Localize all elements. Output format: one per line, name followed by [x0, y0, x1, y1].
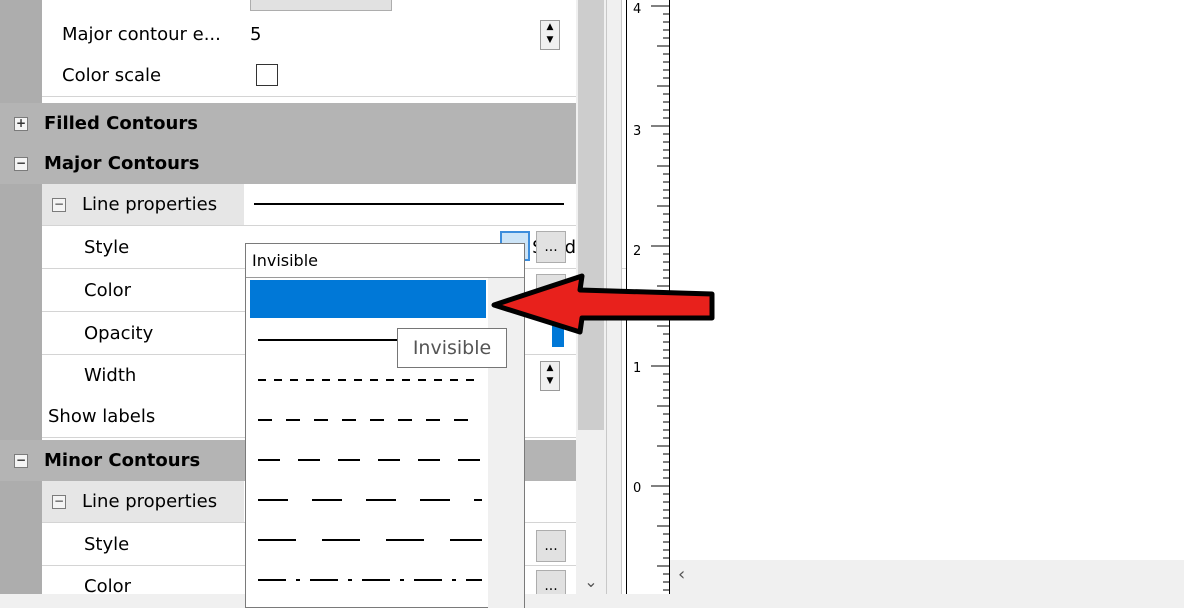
collapse-minus-icon[interactable]: − [14, 157, 28, 171]
style-ellipsis-button[interactable]: ... [536, 231, 566, 263]
minor-style-ellipsis-button[interactable]: ... [536, 530, 566, 562]
major-contour-every-spinner[interactable]: ▲ ▼ [540, 20, 560, 50]
chevron-left-icon[interactable]: ‹ [678, 564, 698, 588]
grid-row-partial [0, 0, 576, 15]
collapse-minus-icon[interactable]: − [52, 495, 66, 509]
category-label: Minor Contours [44, 450, 201, 471]
row-label: Show labels [48, 406, 156, 427]
row-label: Style [84, 534, 130, 555]
scrollbar-thumb[interactable] [578, 0, 604, 430]
category-filled-contours[interactable]: + Filled Contours [0, 103, 620, 144]
row-label: Style [84, 237, 130, 258]
expand-plus-icon[interactable]: + [14, 117, 28, 131]
status-strip [0, 594, 1184, 608]
line-style-option-invisible[interactable] [250, 280, 486, 318]
width-spinner[interactable]: ▲ ▼ [540, 361, 560, 391]
line-preview [254, 203, 564, 205]
category-major-contours[interactable]: − Major Contours [0, 143, 620, 184]
spinner-down-icon[interactable]: ▼ [541, 34, 559, 47]
ruler-label: 4 [633, 2, 642, 17]
ruler-label: 0 [633, 481, 642, 496]
canvas-horizontal-scrollbar[interactable]: ‹ [670, 560, 1184, 594]
red-arrow-annotation [491, 273, 715, 335]
grid-row-major-contour-every[interactable]: Major contour e... 5 ▲ ▼ [0, 14, 582, 56]
row-label: Color [84, 280, 131, 301]
category-label: Filled Contours [44, 113, 198, 134]
ruler-label: 1 [633, 361, 642, 376]
ruler-label: 2 [633, 244, 642, 259]
grid-row-color-scale[interactable]: Color scale [0, 55, 576, 97]
grid-row-major-line-properties[interactable]: Line properties − [0, 184, 576, 226]
spinner-up-icon[interactable]: ▲ [541, 362, 559, 375]
row-label: Width [84, 365, 137, 386]
collapse-minus-icon[interactable]: − [14, 454, 28, 468]
row-label: Opacity [84, 323, 154, 344]
row-label: Line properties [82, 491, 218, 512]
collapse-minus-icon[interactable]: − [52, 198, 66, 212]
plot-canvas[interactable] [670, 0, 1184, 608]
row-label: Major contour e... [62, 24, 221, 45]
spinner-down-icon[interactable]: ▼ [541, 375, 559, 388]
row-label: Color scale [62, 65, 162, 86]
row-label: Line properties [82, 194, 218, 215]
category-label: Major Contours [44, 153, 200, 174]
ruler-label: 3 [633, 124, 642, 139]
major-contour-every-value[interactable]: 5 [250, 24, 261, 45]
chevron-down-icon[interactable]: ⌄ [580, 572, 602, 594]
line-style-dropdown[interactable]: Invisible [245, 243, 525, 608]
dropdown-header: Invisible [246, 244, 524, 278]
spinner-up-icon[interactable]: ▲ [541, 21, 559, 34]
color-scale-checkbox[interactable] [256, 64, 278, 86]
